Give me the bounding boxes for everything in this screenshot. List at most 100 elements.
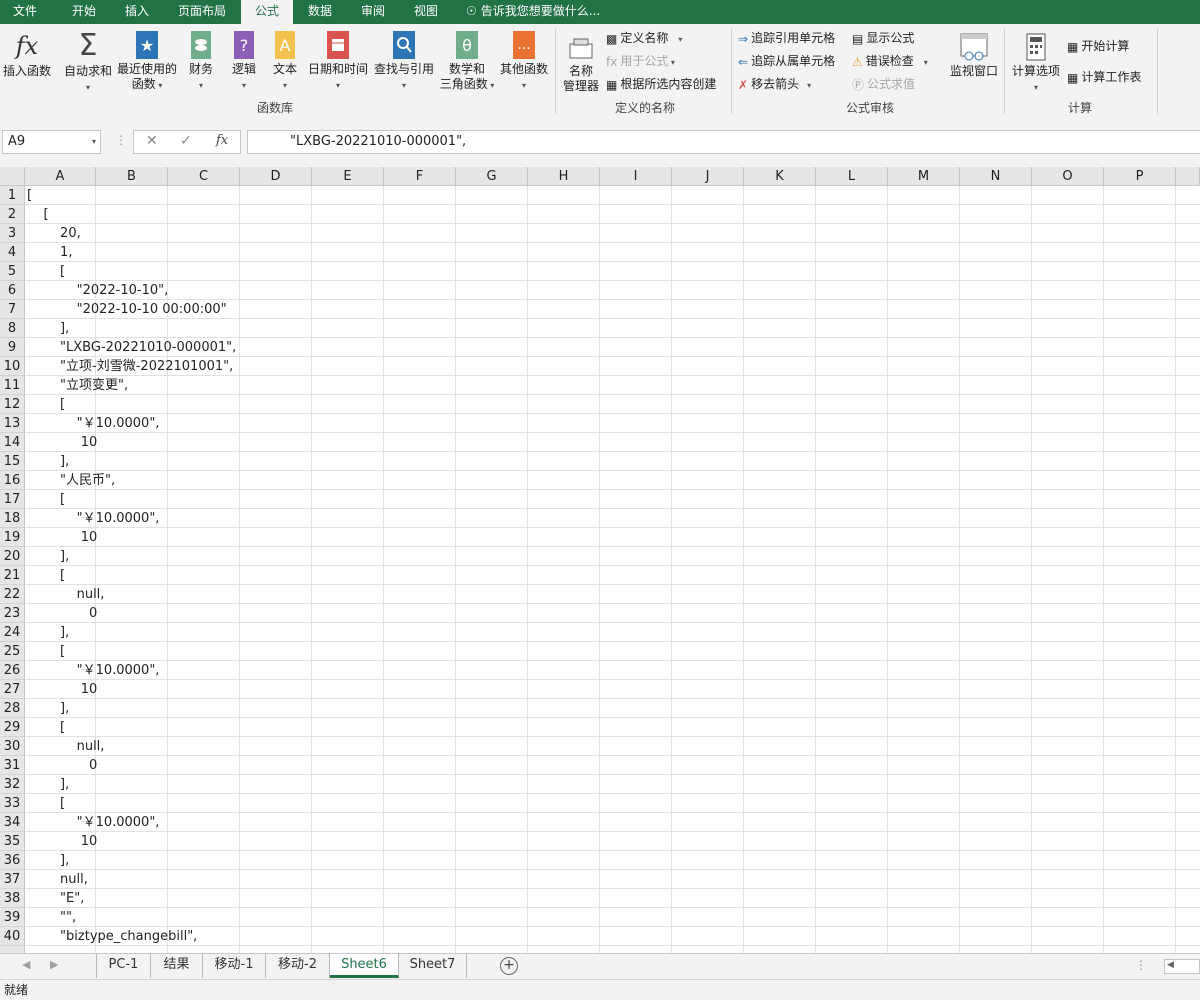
recently-used-button[interactable]: ★ 最近使用的 函数 ▾ <box>116 30 178 93</box>
row-header[interactable]: 40 <box>0 927 25 946</box>
row-header[interactable]: 19 <box>0 528 25 547</box>
cell-a25[interactable]: [ <box>27 642 65 661</box>
column-header[interactable]: C <box>168 167 240 186</box>
row-header[interactable]: 17 <box>0 490 25 509</box>
trace-precedents-button[interactable]: ⇒ 追踪引用单元格 <box>738 29 835 47</box>
cell-a1[interactable]: [ <box>27 186 32 205</box>
calculate-sheet-button[interactable]: ▦ 计算工作表 <box>1067 68 1141 86</box>
define-name-button[interactable]: ▩ 定义名称 ▾ <box>606 29 682 47</box>
sheet-tab-mobile-2[interactable]: 移动-2 <box>266 954 330 978</box>
column-header[interactable]: K <box>744 167 816 186</box>
remove-arrows-button[interactable]: ✗ 移去箭头 ▾ <box>738 75 811 93</box>
evaluate-formula-button[interactable]: Ⓟ 公式求值 <box>852 75 915 93</box>
scroll-right-icon[interactable]: ▶ <box>50 958 58 971</box>
trace-dependents-button[interactable]: ⇐ 追踪从属单元格 <box>738 52 835 70</box>
cancel-icon[interactable]: ✕ <box>146 133 158 149</box>
row-header[interactable]: 15 <box>0 452 25 471</box>
text-functions-button[interactable]: A 文本 ▾ <box>268 30 302 93</box>
row-header[interactable]: 26 <box>0 661 25 680</box>
row-header[interactable]: 4 <box>0 243 25 262</box>
insert-function-icon[interactable]: fx <box>216 133 228 148</box>
cell-a15[interactable]: ], <box>27 452 69 471</box>
name-manager-button[interactable]: 名称 管理器 <box>560 36 602 94</box>
row-header[interactable]: 23 <box>0 604 25 623</box>
cell-a18[interactable]: "￥10.0000", <box>27 509 160 528</box>
autosum-button[interactable]: Σ 自动求和 ▾ <box>62 30 114 95</box>
row-header[interactable]: 33 <box>0 794 25 813</box>
cell-a31[interactable]: 0 <box>27 756 97 775</box>
column-header[interactable]: M <box>888 167 960 186</box>
use-in-formula-button[interactable]: fx 用于公式 ▾ <box>606 52 675 70</box>
tab-review[interactable]: 审阅 <box>349 0 397 24</box>
watch-window-button[interactable]: 监视窗口 <box>948 32 1000 79</box>
column-header[interactable]: J <box>672 167 744 186</box>
row-header[interactable]: 34 <box>0 813 25 832</box>
row-header[interactable]: 22 <box>0 585 25 604</box>
row-header[interactable]: 21 <box>0 566 25 585</box>
splitter-handle-icon[interactable]: ⋮ <box>1135 958 1147 972</box>
column-header[interactable]: E <box>312 167 384 186</box>
more-functions-button[interactable]: ... 其他函数 ▾ <box>498 30 550 93</box>
cell-a22[interactable]: null, <box>27 585 105 604</box>
math-trig-button[interactable]: θ 数学和 三角函数 ▾ <box>437 30 497 93</box>
row-header[interactable]: 6 <box>0 281 25 300</box>
cell-a30[interactable]: null, <box>27 737 105 756</box>
row-header[interactable]: 5 <box>0 262 25 281</box>
error-checking-button[interactable]: ⚠ 错误检查 ▾ <box>852 52 928 70</box>
cell-a9[interactable]: "LXBG-20221010-000001", <box>27 338 236 357</box>
cell-a39[interactable]: "", <box>27 908 76 927</box>
cell-a26[interactable]: "￥10.0000", <box>27 661 160 680</box>
row-header[interactable]: 14 <box>0 433 25 452</box>
sheet-tab-result[interactable]: 结果 <box>151 954 203 978</box>
cell-a28[interactable]: ], <box>27 699 69 718</box>
row-header[interactable]: 24 <box>0 623 25 642</box>
horizontal-scrollbar[interactable]: ◀ <box>1164 959 1200 974</box>
confirm-icon[interactable]: ✓ <box>180 133 192 149</box>
row-header[interactable]: 12 <box>0 395 25 414</box>
cell-a8[interactable]: ], <box>27 319 69 338</box>
tab-formulas[interactable]: 公式 <box>241 0 293 24</box>
financial-button[interactable]: 财务 ▾ <box>184 30 218 93</box>
cell-a4[interactable]: 1, <box>27 243 72 262</box>
cell-a27[interactable]: 10 <box>27 680 98 699</box>
row-header[interactable]: 2 <box>0 205 25 224</box>
tab-file[interactable]: 文件 <box>0 0 50 24</box>
row-header[interactable]: 28 <box>0 699 25 718</box>
datetime-button[interactable]: 日期和时间 ▾ <box>306 30 370 93</box>
calculate-now-button[interactable]: ▦ 开始计算 <box>1067 37 1129 55</box>
sheet-tab-mobile-1[interactable]: 移动-1 <box>203 954 266 978</box>
row-header[interactable]: 11 <box>0 376 25 395</box>
chevron-down-icon[interactable]: ▾ <box>92 131 96 153</box>
cell-a12[interactable]: [ <box>27 395 65 414</box>
spreadsheet-grid[interactable]: A B C D E F G H I J K L M N O P 1 2 3 4 5 6 7 8 9 10 11 12 13 14 15 16 1… <box>0 167 1200 953</box>
row-header[interactable]: 10 <box>0 357 25 376</box>
tab-home[interactable]: 开始 <box>58 0 110 24</box>
cell-a29[interactable]: [ <box>27 718 65 737</box>
row-header[interactable]: 31 <box>0 756 25 775</box>
row-header[interactable]: 27 <box>0 680 25 699</box>
row-header[interactable]: 35 <box>0 832 25 851</box>
cell-a10[interactable]: "立项-刘雪微-2022101001", <box>27 357 233 376</box>
cell-a36[interactable]: ], <box>27 851 69 870</box>
column-header[interactable]: I <box>600 167 672 186</box>
cell-a5[interactable]: [ <box>27 262 65 281</box>
column-header[interactable]: L <box>816 167 888 186</box>
column-header[interactable]: H <box>528 167 600 186</box>
cell-a2[interactable]: [ <box>27 205 49 224</box>
sheet-tab-sheet7[interactable]: Sheet7 <box>399 954 467 978</box>
column-header[interactable]: A <box>25 167 96 186</box>
cell-a3[interactable]: 20, <box>27 224 81 243</box>
column-header[interactable]: P <box>1104 167 1176 186</box>
column-header[interactable]: D <box>240 167 312 186</box>
cell-a37[interactable]: null, <box>27 870 88 889</box>
cell-a33[interactable]: [ <box>27 794 65 813</box>
name-box[interactable]: A9 ▾ <box>2 130 101 154</box>
row-header[interactable]: 29 <box>0 718 25 737</box>
cell-a11[interactable]: "立项变更", <box>27 376 128 395</box>
formula-input[interactable]: "LXBG-20221010-000001", <box>247 130 1200 154</box>
calculation-options-button[interactable]: 计算选项 ▾ <box>1010 32 1062 95</box>
row-header[interactable]: 13 <box>0 414 25 433</box>
tab-page-layout[interactable]: 页面布局 <box>170 0 234 24</box>
column-header[interactable]: B <box>96 167 168 186</box>
row-header[interactable]: 1 <box>0 186 25 205</box>
